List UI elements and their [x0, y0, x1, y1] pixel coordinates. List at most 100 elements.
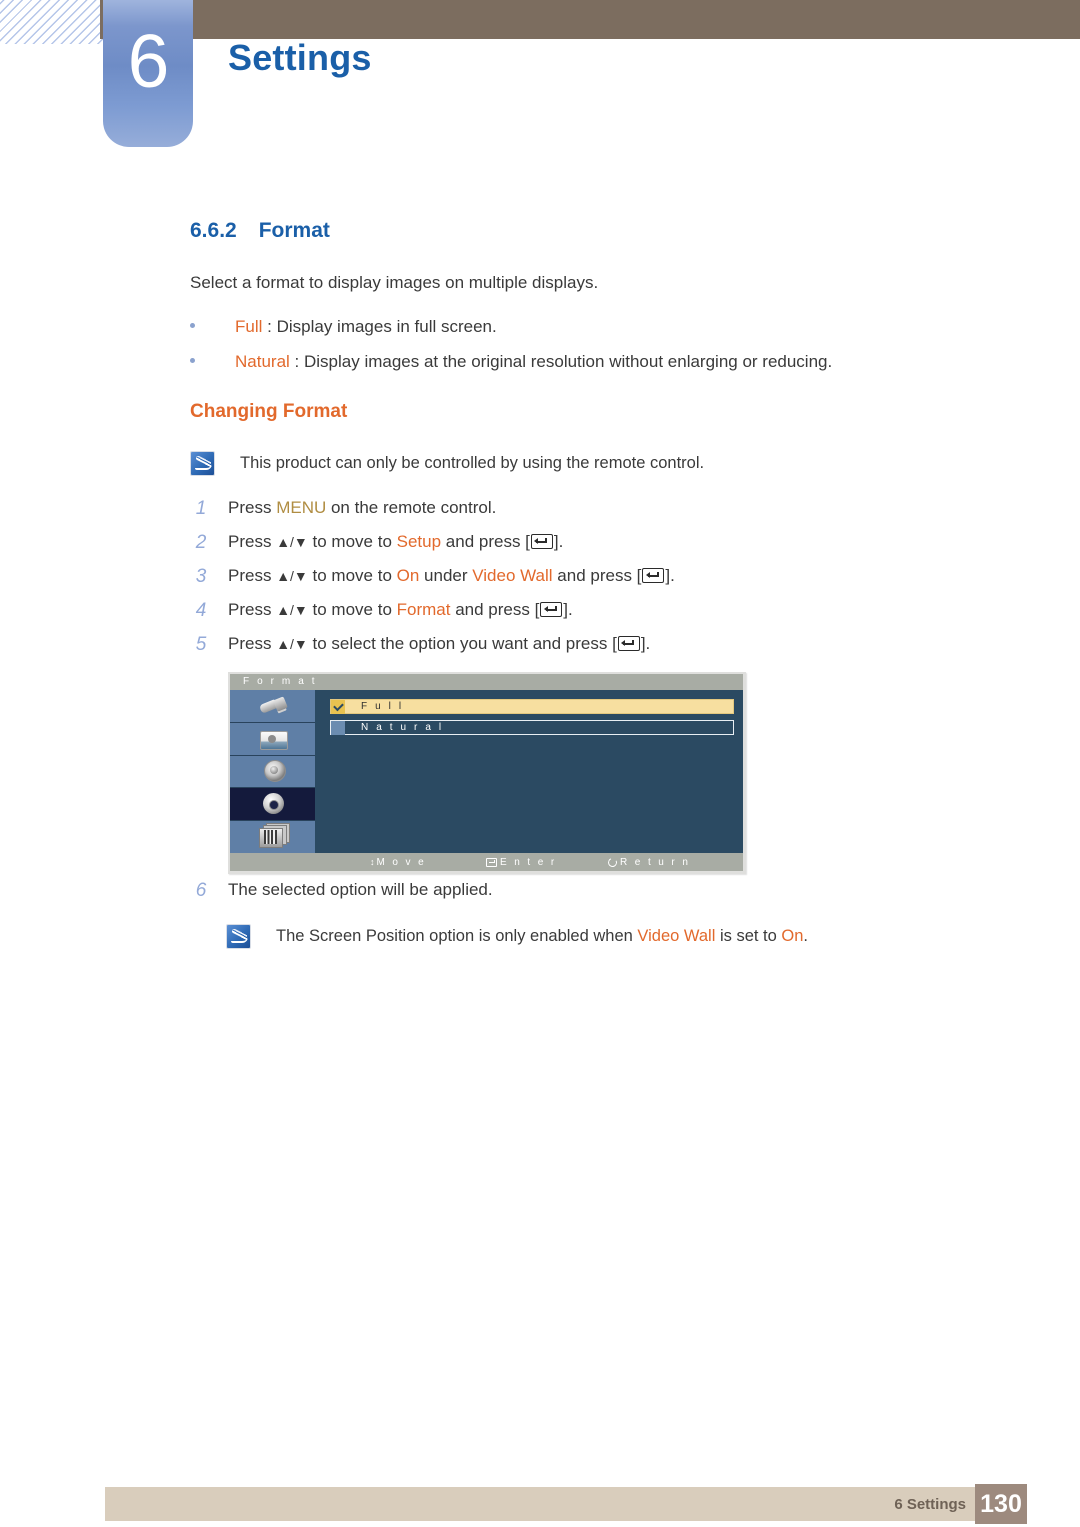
- updown-arrows-icon: ▲/▼: [276, 568, 308, 584]
- note-text-part: The Screen Position option is only enabl…: [276, 927, 638, 945]
- checkbox-checked-icon: [331, 699, 345, 714]
- picture-icon: [258, 726, 288, 752]
- osd-hint-enter: E n t e r: [486, 857, 557, 868]
- step-text-part: to move to: [307, 532, 397, 551]
- step-1: 1 Press MENU on the remote control.: [190, 498, 497, 519]
- menu-target-setup: Setup: [396, 532, 442, 551]
- step-text-part: to move to: [307, 600, 397, 619]
- step-text: Press ▲/▼ to select the option you want …: [228, 634, 650, 654]
- updown-arrows-icon: ▲/▼: [276, 534, 308, 550]
- enter-key-icon: [530, 534, 553, 549]
- step-text-part: and press [: [450, 600, 540, 619]
- menu-target-on: On: [781, 927, 804, 945]
- bullet-term-full: Full: [235, 317, 263, 336]
- step-text-part: on the remote control.: [326, 498, 497, 517]
- note-pen-icon: [226, 924, 251, 949]
- page-number: 130: [975, 1484, 1027, 1524]
- osd-sidebar-item-input[interactable]: [230, 690, 315, 723]
- checkbox-unchecked-icon: [331, 720, 345, 735]
- osd-body: F u l l N a t u r a l: [230, 690, 743, 853]
- step-number: 2: [195, 532, 207, 553]
- step-text-part: Press: [228, 634, 277, 653]
- step-text-part: Press: [228, 600, 277, 619]
- step-number: 6: [195, 880, 207, 901]
- bullet-dot-icon: [190, 323, 195, 329]
- enter-key-icon: [540, 602, 563, 617]
- chapter-title: Settings: [228, 37, 372, 78]
- osd-sidebar-item-setup[interactable]: [230, 788, 315, 822]
- step-text: Press MENU on the remote control.: [228, 498, 496, 518]
- osd-hint-label: M o v e: [376, 856, 427, 868]
- step-text-part: to select the option you want and press …: [307, 634, 617, 653]
- step-number: 3: [195, 566, 207, 587]
- step-5: 5 Press ▲/▼ to select the option you wan…: [190, 634, 651, 655]
- osd-title-bar: F o r m a t: [230, 674, 743, 690]
- multi-display-icon: [258, 824, 288, 850]
- enter-key-icon: [486, 857, 497, 867]
- step-text-part: to move to: [307, 566, 397, 585]
- bullet-item-natural: Natural : Display images at the original…: [190, 352, 832, 372]
- menu-target-video-wall: Video Wall: [637, 927, 716, 945]
- menu-target-video-wall: Video Wall: [472, 566, 553, 585]
- step-text-part: ].: [553, 532, 564, 551]
- step-text-part: ].: [640, 634, 651, 653]
- step-text-part: ].: [563, 600, 573, 619]
- enter-key-icon: [617, 636, 640, 651]
- step-text-part: under: [419, 566, 473, 585]
- step-text: Press ▲/▼ to move to On under Video Wall…: [228, 566, 675, 586]
- step-text-part: ].: [665, 566, 675, 585]
- osd-hint-move: ↕ M o v e: [370, 857, 426, 868]
- osd-window: F o r m a t F u l l N a t u r a l ↕ M o …: [230, 674, 743, 871]
- input-plug-icon: [258, 693, 288, 719]
- osd-option-natural[interactable]: N a t u r a l: [330, 720, 734, 735]
- osd-sidebar-item-multi-display[interactable]: [230, 821, 315, 853]
- osd-sidebar-item-sound[interactable]: [230, 755, 315, 789]
- osd-sidebar-item-picture[interactable]: [230, 722, 315, 756]
- note-text-remote-control: This product can only be controlled by u…: [240, 454, 705, 472]
- step-text-part: and press [: [441, 532, 530, 551]
- step-text-part: and press [: [552, 566, 642, 585]
- enter-key-icon: [642, 568, 665, 583]
- step-text: Press ▲/▼ to move to Setup and press [].: [228, 532, 563, 552]
- bullet-dot-icon: [190, 358, 195, 364]
- step-text: The selected option will be applied.: [228, 880, 493, 899]
- step-number: 1: [195, 498, 207, 519]
- header-brown-bar: [100, 0, 1080, 39]
- osd-hint-label: E n t e r: [500, 856, 557, 868]
- bullet-desc-natural: : Display images at the original resolut…: [289, 352, 833, 371]
- decorative-hatch-pattern: [0, 0, 108, 44]
- manual-page: 6 Settings 6.6.2 Format Select a format t…: [0, 0, 1080, 1527]
- section-number: 6.6.2: [190, 219, 237, 242]
- updown-arrows-icon: ↕: [370, 857, 375, 867]
- step-3: 3 Press ▲/▼ to move to On under Video Wa…: [190, 566, 675, 587]
- step-number: 4: [195, 600, 207, 621]
- updown-arrows-icon: ▲/▼: [276, 602, 308, 618]
- step-2: 2 Press ▲/▼ to move to Setup and press […: [190, 532, 564, 553]
- osd-option-full[interactable]: F u l l: [330, 699, 734, 714]
- step-text-part: Press: [228, 532, 277, 551]
- step-text-part: Press: [228, 566, 277, 585]
- section-intro-text: Select a format to display images on mul…: [190, 273, 599, 292]
- return-arrow-icon: [606, 856, 619, 868]
- osd-hint-bar: ↕ M o v e E n t e r R e t u r n: [230, 853, 743, 871]
- key-menu: MENU: [276, 498, 327, 517]
- footer-chapter-label: 6 Settings: [894, 1496, 966, 1513]
- updown-arrows-icon: ▲/▼: [276, 636, 308, 652]
- osd-hint-return: R e t u r n: [606, 856, 690, 868]
- section-heading: 6.6.2 Format: [190, 219, 330, 243]
- subheading-changing-format: Changing Format: [190, 401, 348, 422]
- setup-gear-icon: [258, 791, 288, 817]
- page-footer: 6 Settings 130: [105, 1484, 1027, 1524]
- note-pen-icon: [190, 451, 215, 476]
- sound-speaker-icon: [258, 758, 288, 784]
- osd-screenshot: F o r m a t F u l l N a t u r a l ↕ M o …: [228, 672, 746, 874]
- note-text-screen-position: The Screen Position option is only enabl…: [276, 927, 808, 946]
- section-title: Format: [258, 219, 330, 242]
- step-6: 6 The selected option will be applied.: [190, 880, 493, 901]
- bullet-term-natural: Natural: [235, 352, 290, 371]
- step-text: Press ▲/▼ to move to Format and press []…: [228, 600, 573, 620]
- bullet-item-full: Full : Display images in full screen.: [190, 317, 497, 337]
- menu-target-format: Format: [396, 600, 451, 619]
- osd-option-list: F u l l N a t u r a l: [317, 690, 743, 853]
- osd-option-label: N a t u r a l: [361, 722, 444, 733]
